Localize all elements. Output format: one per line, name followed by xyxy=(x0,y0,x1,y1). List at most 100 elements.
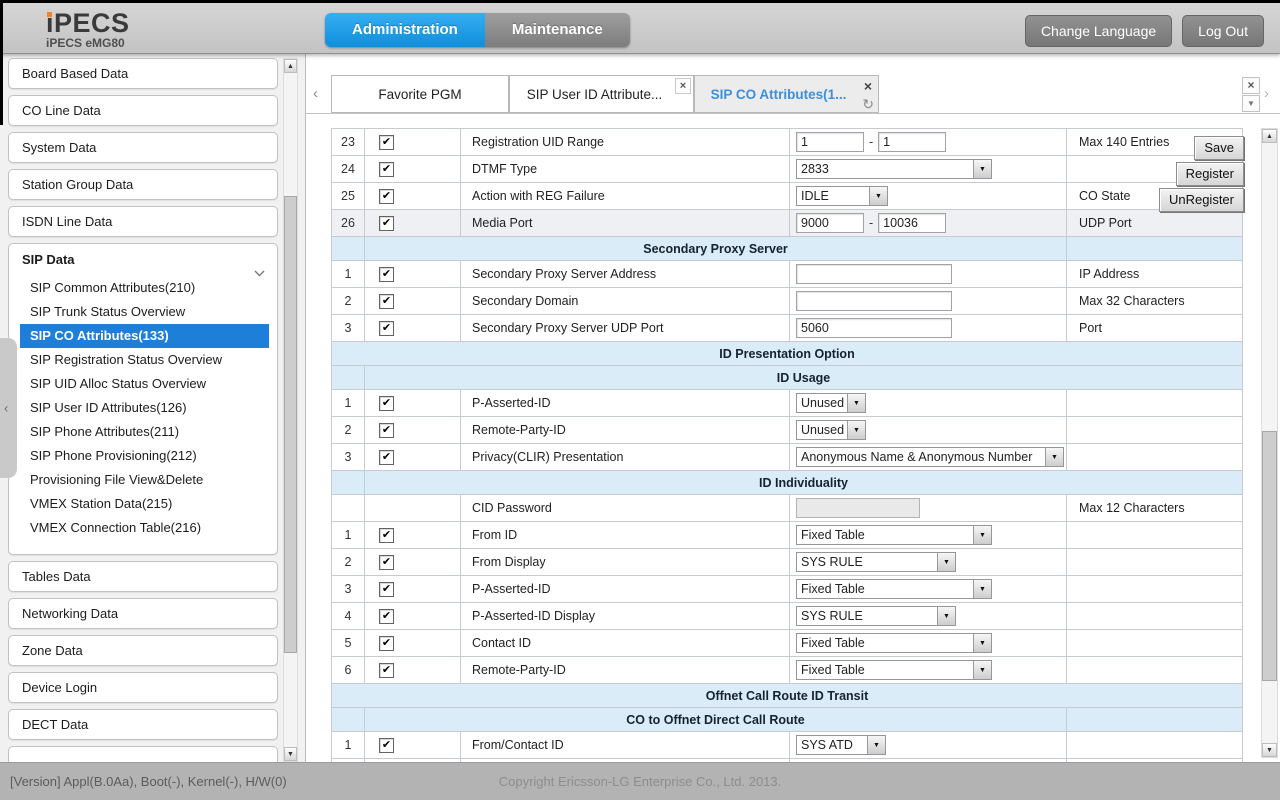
select-value: SYS RULE xyxy=(797,609,937,623)
row-checkbox-cell: ✔ xyxy=(365,630,461,656)
row-checkbox-cell: ✔ xyxy=(365,417,461,443)
row-checkbox[interactable]: ✔ xyxy=(379,321,394,336)
row-label: Registration UID Range xyxy=(461,129,790,155)
row-checkbox[interactable]: ✔ xyxy=(379,396,394,411)
value-select[interactable]: Anonymous Name & Anonymous Number▼ xyxy=(796,447,1064,467)
sidebar-item-sip-uid-alloc-status-overview[interactable]: SIP UID Alloc Status Overview xyxy=(20,372,269,396)
value-select[interactable]: SYS RULE▼ xyxy=(796,606,956,626)
close-all-tabs-button[interactable]: × xyxy=(1242,77,1260,94)
sidebar-item-system-data[interactable]: System Data xyxy=(8,132,278,163)
sidebar-item-dect-data[interactable]: DECT Data xyxy=(8,709,278,740)
register-button[interactable]: Register xyxy=(1176,162,1244,186)
row-number: 2 xyxy=(332,549,365,575)
tab-sip-user-id-attribute[interactable]: SIP User ID Attribute...× xyxy=(509,75,694,113)
value-select[interactable]: IDLE▼ xyxy=(796,186,888,206)
unregister-button[interactable]: UnRegister xyxy=(1159,188,1244,212)
sidebar-item-vmex-station-data-215[interactable]: VMEX Station Data(215) xyxy=(20,492,269,516)
change-language-button[interactable]: Change Language xyxy=(1025,15,1172,47)
row-checkbox[interactable]: ✔ xyxy=(379,267,394,282)
tab-sip-co-attributes-1[interactable]: SIP CO Attributes(1...×↻ xyxy=(694,75,879,113)
value-select[interactable]: Fixed Table▼ xyxy=(796,525,992,545)
logout-button[interactable]: Log Out xyxy=(1182,15,1264,47)
sidebar-item-provisioning-file-view-delete[interactable]: Provisioning File View&Delete xyxy=(20,468,269,492)
sidebar-item-isdn-line-data[interactable]: ISDN Line Data xyxy=(8,206,278,237)
value-select[interactable]: 2833▼ xyxy=(796,159,992,179)
sidebar-item-sip-trunk-status-overview[interactable]: SIP Trunk Status Overview xyxy=(20,300,269,324)
row-checkbox[interactable]: ✔ xyxy=(379,528,394,543)
password-input[interactable] xyxy=(796,498,920,518)
row-checkbox[interactable]: ✔ xyxy=(379,450,394,465)
row-checkbox[interactable]: ✔ xyxy=(379,216,394,231)
value-select[interactable]: SYS RULE▼ xyxy=(796,552,956,572)
sidebar-group-header-sip-data[interactable]: SIP Data xyxy=(9,244,277,276)
sidebar-item-clipped[interactable] xyxy=(8,746,278,762)
value-select[interactable]: Fixed Table▼ xyxy=(796,660,992,680)
value-input[interactable] xyxy=(796,318,952,338)
table-row: 5✔Contact IDFixed Table▼ xyxy=(332,630,1242,657)
sidebar-item-sip-phone-provisioning-212[interactable]: SIP Phone Provisioning(212) xyxy=(20,444,269,468)
sidebar-item-sip-common-attributes-210[interactable]: SIP Common Attributes(210) xyxy=(20,276,269,300)
tab-close-icon[interactable]: × xyxy=(675,78,691,94)
range-dash: - xyxy=(869,135,873,149)
tab-scroll-right-icon[interactable]: › xyxy=(1264,85,1269,102)
value-select[interactable]: Unused▼ xyxy=(796,393,866,413)
value-select[interactable]: SYS ATD▼ xyxy=(796,735,886,755)
sidebar-scrollbar-thumb[interactable] xyxy=(284,196,297,653)
row-remark xyxy=(1067,732,1242,758)
row-checkbox[interactable]: ✔ xyxy=(379,663,394,678)
row-checkbox-cell: ✔ xyxy=(365,732,461,758)
sidebar-item-networking-data[interactable]: Networking Data xyxy=(8,598,278,629)
tab-list-dropdown-button[interactable]: ▼ xyxy=(1242,95,1260,112)
row-checkbox-cell: ✔ xyxy=(365,657,461,683)
row-checkbox[interactable]: ✔ xyxy=(379,636,394,651)
select-arrow-icon: ▼ xyxy=(937,607,955,625)
sidebar-item-sip-phone-attributes-211[interactable]: SIP Phone Attributes(211) xyxy=(20,420,269,444)
sidebar-item-device-login[interactable]: Device Login xyxy=(8,672,278,703)
scroll-down-icon[interactable]: ▼ xyxy=(284,747,297,761)
value-input[interactable] xyxy=(878,132,946,152)
row-checkbox[interactable]: ✔ xyxy=(379,555,394,570)
sidebar-item-sip-user-id-attributes-126[interactable]: SIP User ID Attributes(126) xyxy=(20,396,269,420)
value-input[interactable] xyxy=(796,213,864,233)
value-input[interactable] xyxy=(796,264,952,284)
scroll-up-icon[interactable]: ▲ xyxy=(284,59,297,73)
value-input[interactable] xyxy=(878,213,946,233)
value-select[interactable]: Fixed Table▼ xyxy=(796,633,992,653)
value-input[interactable] xyxy=(796,291,952,311)
sidebar-item-sip-co-attributes-133[interactable]: SIP CO Attributes(133) xyxy=(20,324,269,348)
sidebar-scrollbar[interactable]: ▲ ▼ xyxy=(283,58,298,762)
content-scrollbar[interactable]: ▲ ▼ xyxy=(1261,128,1278,758)
tab-favorite-pgm[interactable]: Favorite PGM xyxy=(331,75,509,113)
scroll-up-icon[interactable]: ▲ xyxy=(1262,129,1277,143)
tab-close-icon[interactable]: × xyxy=(860,78,876,94)
sidebar-item-sip-registration-status-overview[interactable]: SIP Registration Status Overview xyxy=(20,348,269,372)
value-select[interactable]: Fixed Table▼ xyxy=(796,579,992,599)
row-checkbox[interactable]: ✔ xyxy=(379,162,394,177)
tab-refresh-icon[interactable]: ↻ xyxy=(862,96,874,112)
row-checkbox[interactable]: ✔ xyxy=(379,189,394,204)
scroll-down-icon[interactable]: ▼ xyxy=(1262,743,1277,757)
row-checkbox[interactable]: ✔ xyxy=(379,294,394,309)
row-checkbox[interactable]: ✔ xyxy=(379,609,394,624)
row-checkbox[interactable]: ✔ xyxy=(379,582,394,597)
tab-scroll-left-icon[interactable]: ‹ xyxy=(313,85,318,102)
sidebar-collapse-handle[interactable]: ‹ xyxy=(0,338,17,478)
nav-tab-administration[interactable]: Administration xyxy=(325,13,485,47)
save-button[interactable]: Save xyxy=(1194,136,1244,160)
row-checkbox[interactable]: ✔ xyxy=(379,423,394,438)
content-scrollbar-thumb[interactable] xyxy=(1262,431,1277,681)
value-input[interactable] xyxy=(796,132,864,152)
sidebar-item-vmex-connection-table-216[interactable]: VMEX Connection Table(216) xyxy=(20,516,269,540)
row-checkbox[interactable]: ✔ xyxy=(379,135,394,150)
sidebar-item-station-group-data[interactable]: Station Group Data xyxy=(8,169,278,200)
header-actions: Change Language Log Out xyxy=(1025,15,1264,47)
sidebar-item-tables-data[interactable]: Tables Data xyxy=(8,561,278,592)
sidebar-item-co-line-data[interactable]: CO Line Data xyxy=(8,95,278,126)
sidebar-item-board-based-data[interactable]: Board Based Data xyxy=(8,58,278,89)
value-select[interactable]: Unused▼ xyxy=(796,420,866,440)
row-checkbox[interactable]: ✔ xyxy=(379,738,394,753)
row-checkbox-cell: ✔ xyxy=(365,549,461,575)
sidebar-item-zone-data[interactable]: Zone Data xyxy=(8,635,278,666)
nav-tab-maintenance[interactable]: Maintenance xyxy=(485,13,630,47)
content-pane: ‹ Favorite PGMSIP User ID Attribute...× S… xyxy=(305,53,1280,762)
